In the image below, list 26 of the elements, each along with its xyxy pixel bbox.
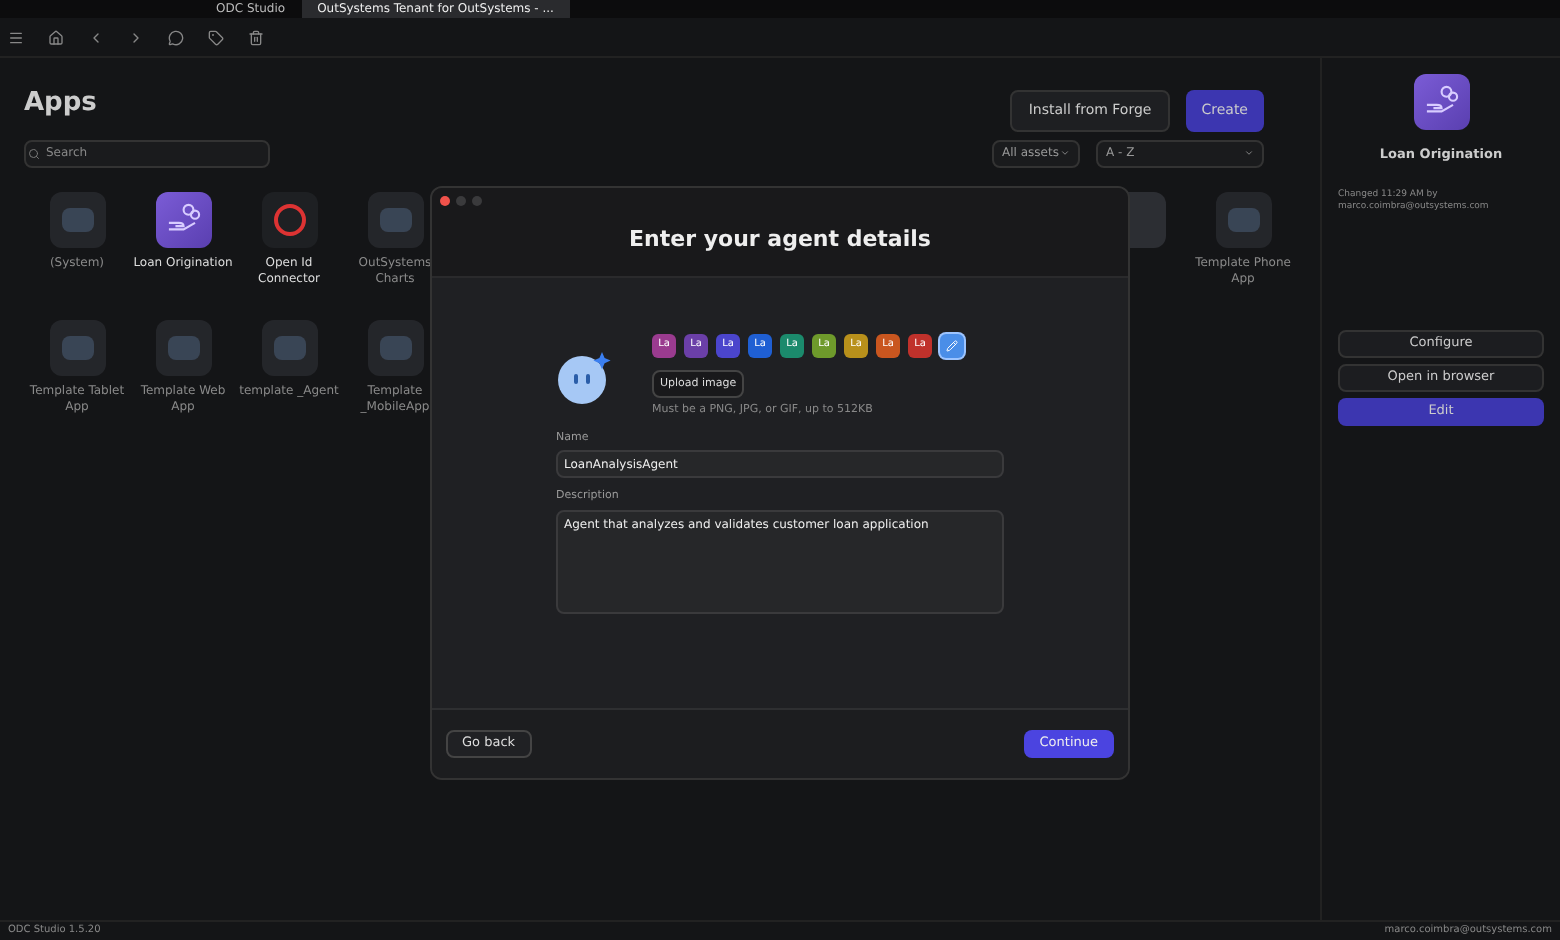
app-icon [1413,74,1469,130]
app-icon [49,319,105,375]
robot-avatar-icon [556,349,612,405]
back-icon[interactable] [88,29,104,45]
custom-avatar-option[interactable] [940,333,964,357]
app-icon [49,191,105,247]
caret-icon [1244,148,1254,158]
dialog-title: Enter your agent details [629,224,931,256]
forward-icon[interactable] [128,29,144,45]
app-icon [261,319,317,375]
app-icon [155,191,211,247]
app-icon [367,191,423,247]
home-icon[interactable] [48,29,64,45]
app-icon [1215,191,1271,247]
search-icon [28,147,40,159]
page-title: Apps [24,85,97,121]
caret-icon [1060,148,1070,158]
close-icon[interactable] [440,196,450,206]
chat-icon[interactable] [168,29,184,45]
tag-icon[interactable] [208,29,224,45]
app-icon [155,319,211,375]
app-icon [261,191,317,247]
menu-icon[interactable] [8,29,24,45]
app-icon [367,319,423,375]
pencil-icon [946,339,958,351]
trash-icon[interactable] [248,29,264,45]
